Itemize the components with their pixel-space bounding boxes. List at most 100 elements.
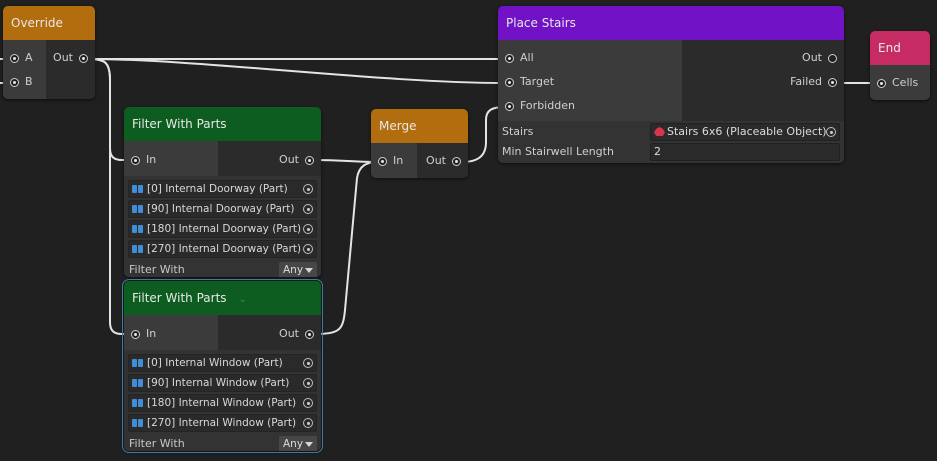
filter2-filter-with-label: Filter With <box>129 437 185 450</box>
object-picker-icon[interactable] <box>303 184 313 194</box>
object-picker-icon[interactable] <box>826 127 836 137</box>
part-field[interactable]: [0] Internal Window (Part) <box>128 354 317 372</box>
end-input-cells[interactable]: Cells <box>870 71 930 95</box>
wire-override-to-target <box>87 58 506 84</box>
filter2-output-label: Out <box>279 327 299 340</box>
part-field[interactable]: [180] Internal Doorway (Part) <box>128 220 317 238</box>
filter1-filter-with-row: Filter With Any <box>128 260 317 277</box>
min-stairwell-label: Min Stairwell Length <box>502 145 614 158</box>
output-pin-icon[interactable] <box>305 156 314 165</box>
output-pin-icon[interactable] <box>452 157 461 166</box>
merge-input[interactable]: In <box>371 149 417 173</box>
part-field-label: [90] Internal Doorway (Part) <box>147 203 295 215</box>
filter1-output[interactable]: Out <box>218 148 321 172</box>
output-pin-icon[interactable] <box>79 54 88 63</box>
merge-output[interactable]: Out <box>417 149 468 173</box>
filter2-filter-with-dropdown[interactable]: Any <box>279 436 317 451</box>
chevron-down-icon[interactable]: ⌄ <box>239 283 247 317</box>
object-picker-icon[interactable] <box>303 204 313 214</box>
part-field[interactable]: [90] Internal Doorway (Part) <box>128 200 317 218</box>
filter2-parts-list: [0] Internal Window (Part) [90] Internal… <box>124 350 321 451</box>
part-icon <box>132 419 144 427</box>
part-field-label: [0] Internal Window (Part) <box>147 357 283 369</box>
wire-filter1-to-merge <box>313 159 379 163</box>
object-picker-icon[interactable] <box>303 398 313 408</box>
place-stairs-node[interactable]: Place Stairs All Target Forbidden Out Fa… <box>498 6 844 163</box>
input-pin-icon[interactable] <box>378 157 387 166</box>
end-node[interactable]: End Cells <box>870 31 930 100</box>
part-icon <box>132 205 144 213</box>
filter1-parts-list: [0] Internal Doorway (Part) [90] Interna… <box>124 176 321 277</box>
place-stairs-output-label: Out <box>802 51 822 64</box>
place-stairs-input-forbidden[interactable]: Forbidden <box>498 94 682 118</box>
object-picker-icon[interactable] <box>303 358 313 368</box>
place-stairs-output[interactable]: Out <box>682 46 844 70</box>
end-node-title: End <box>870 31 930 65</box>
input-pin-icon[interactable] <box>10 54 19 63</box>
part-field[interactable]: [0] Internal Doorway (Part) <box>128 180 317 198</box>
filter1-filter-with-label: Filter With <box>129 263 185 276</box>
stairs-field-row: Stairs Stairs 6x6 (Placeable Object) <box>498 122 844 142</box>
stairs-object-field[interactable]: Stairs 6x6 (Placeable Object) <box>650 123 840 141</box>
filter1-input[interactable]: In <box>124 148 218 172</box>
place-stairs-input-all[interactable]: All <box>498 46 682 70</box>
merge-node-title: Merge <box>371 109 468 143</box>
min-stairwell-field-row: Min Stairwell Length 2 <box>498 142 844 162</box>
filter-with-parts-node-window[interactable]: Filter With Parts ⌄ In Out [0] Internal W… <box>122 279 323 453</box>
place-stairs-output-failed-label: Failed <box>790 75 822 88</box>
filter-with-parts-node-doorway[interactable]: Filter With Parts In Out [0] Internal Do… <box>124 107 321 277</box>
end-input-cells-label: Cells <box>892 76 919 89</box>
input-pin-icon[interactable] <box>10 78 19 87</box>
output-pin-icon[interactable] <box>305 330 314 339</box>
place-stairs-output-failed[interactable]: Failed <box>682 70 844 94</box>
part-icon <box>132 245 144 253</box>
place-stairs-input-all-label: All <box>520 51 534 64</box>
input-pin-icon[interactable] <box>877 79 886 88</box>
filter1-filter-with-dropdown[interactable]: Any <box>279 262 317 277</box>
object-picker-icon[interactable] <box>303 244 313 254</box>
place-stairs-fields: Stairs Stairs 6x6 (Placeable Object) Min… <box>498 121 844 163</box>
min-stairwell-input[interactable]: 2 <box>650 143 840 161</box>
object-picker-icon[interactable] <box>303 418 313 428</box>
wire-filter2-to-merge <box>313 161 379 335</box>
filter1-output-label: Out <box>279 153 299 166</box>
filter2-output[interactable]: Out <box>218 322 321 346</box>
part-field[interactable]: [90] Internal Window (Part) <box>128 374 317 392</box>
part-icon <box>132 225 144 233</box>
filter2-input[interactable]: In <box>124 322 218 346</box>
input-pin-icon[interactable] <box>505 54 514 63</box>
override-input-b-label: B <box>25 75 33 88</box>
part-field[interactable]: [180] Internal Window (Part) <box>128 394 317 412</box>
output-pin-icon[interactable] <box>828 78 837 87</box>
override-input-b[interactable]: B <box>3 70 46 94</box>
override-input-a-label: A <box>25 51 33 64</box>
graph-canvas[interactable]: Override A B Out Filter With Parts In Ou… <box>0 0 937 461</box>
output-pin-icon[interactable] <box>828 54 837 63</box>
merge-output-label: Out <box>426 154 446 167</box>
part-icon <box>132 379 144 387</box>
part-field-label: [0] Internal Doorway (Part) <box>147 183 288 195</box>
place-stairs-input-target[interactable]: Target <box>498 70 682 94</box>
part-field[interactable]: [270] Internal Doorway (Part) <box>128 240 317 258</box>
part-icon <box>132 359 144 367</box>
input-pin-icon[interactable] <box>505 102 514 111</box>
place-stairs-node-title: Place Stairs <box>498 6 844 40</box>
object-picker-icon[interactable] <box>303 224 313 234</box>
filter2-input-label: In <box>146 327 157 340</box>
stairs-object-value: Stairs 6x6 (Placeable Object) <box>667 125 827 138</box>
filter2-node-title: Filter With Parts <box>132 291 227 305</box>
override-node[interactable]: Override A B Out <box>3 6 95 99</box>
override-output[interactable]: Out <box>46 46 95 70</box>
place-stairs-input-forbidden-label: Forbidden <box>520 99 575 112</box>
override-input-a[interactable]: A <box>3 46 46 70</box>
stairs-field-label: Stairs <box>502 125 534 138</box>
merge-node[interactable]: Merge In Out <box>371 109 468 178</box>
input-pin-icon[interactable] <box>131 156 140 165</box>
object-picker-icon[interactable] <box>303 378 313 388</box>
part-icon <box>132 185 144 193</box>
input-pin-icon[interactable] <box>131 330 140 339</box>
part-field[interactable]: [270] Internal Window (Part) <box>128 414 317 432</box>
place-stairs-input-target-label: Target <box>520 75 555 88</box>
input-pin-icon[interactable] <box>505 78 514 87</box>
filter1-input-label: In <box>146 153 157 166</box>
